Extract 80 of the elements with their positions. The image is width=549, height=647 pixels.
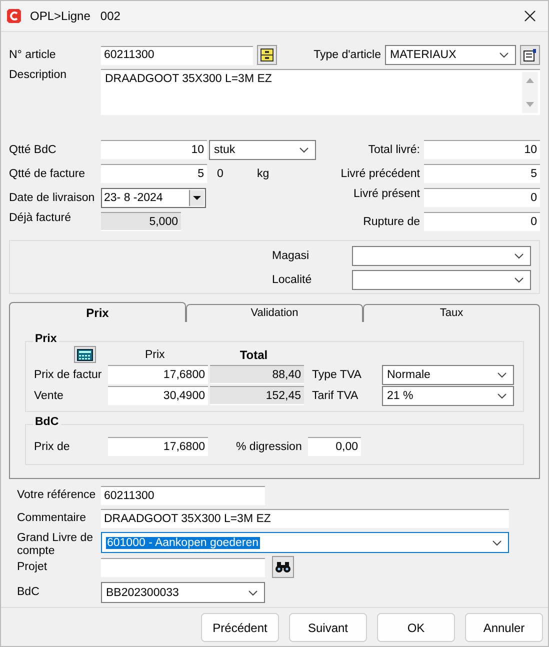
field-label: Projet xyxy=(17,560,48,574)
field-label: BdC xyxy=(17,586,40,599)
field-label: Type TVA xyxy=(311,368,362,380)
calculator-icon[interactable] xyxy=(74,346,96,363)
quantity-field[interactable]: 10 xyxy=(101,140,207,159)
field-label: Qtté de facture xyxy=(9,168,86,180)
field-label: Votre référence xyxy=(17,489,97,502)
field-label: Commentaire xyxy=(17,512,88,525)
price-field[interactable]: 17,6800 xyxy=(108,365,208,384)
group-title: Prix xyxy=(33,333,59,345)
dialog-button[interactable]: OK xyxy=(377,613,455,642)
field-label: Grand Livre de compte xyxy=(17,532,94,558)
chevron-down-icon xyxy=(514,277,524,283)
field-label: Déjà facturé xyxy=(9,212,72,224)
field-label: Type d'article xyxy=(312,49,382,61)
storage-select[interactable] xyxy=(352,270,531,290)
field-label: Vente xyxy=(34,390,64,402)
app-logo-icon xyxy=(6,8,22,24)
price-field[interactable]: 17,6800 xyxy=(108,437,208,456)
chevron-down-icon xyxy=(497,392,507,398)
properties-icon[interactable] xyxy=(520,45,540,65)
column-header: Total xyxy=(240,348,268,362)
close-icon[interactable] xyxy=(524,10,536,22)
field-label: Livré précédent xyxy=(340,168,421,180)
unit-select[interactable]: stuk xyxy=(209,140,316,160)
vat-select[interactable]: Normale xyxy=(382,364,514,384)
field-label: Tarif TVA xyxy=(311,390,360,402)
line-number: 002 xyxy=(100,9,120,23)
field-label: Description xyxy=(9,69,68,81)
quantity-field[interactable]: 0 xyxy=(424,212,540,231)
field-label: Prix de xyxy=(34,440,71,452)
chevron-down-icon xyxy=(499,52,509,58)
chevron-down-icon xyxy=(514,253,524,259)
article-type-select[interactable]: MATERIAUX xyxy=(385,45,516,65)
article-number-field[interactable]: 60211300 xyxy=(101,46,253,64)
quantity-field[interactable]: 5 xyxy=(101,164,207,183)
quantity-field[interactable]: 0 xyxy=(424,188,540,207)
total-field[interactable]: 152,45 xyxy=(210,386,304,405)
field-label: Total livré: xyxy=(367,144,421,156)
vat-select[interactable]: 21 % xyxy=(382,386,514,406)
storage-select[interactable] xyxy=(352,246,531,266)
field-label: Magasi xyxy=(272,250,310,262)
tab[interactable]: Taux xyxy=(363,304,540,322)
dropdown-field[interactable]: 601000 - Aankopen goederen xyxy=(101,532,509,553)
dialog-button[interactable]: Annuler xyxy=(465,613,543,642)
field-label: Rupture de xyxy=(362,216,421,228)
group-title: BdC xyxy=(33,416,61,428)
total-field[interactable]: 88,40 xyxy=(210,365,304,384)
project-field[interactable] xyxy=(101,558,265,576)
chevron-down-icon xyxy=(497,372,507,378)
weight-unit: kg xyxy=(257,168,270,180)
quantity-field[interactable]: 10 xyxy=(424,140,540,159)
field-label: Prix de factur xyxy=(34,368,103,380)
discount-field[interactable]: 0,00 xyxy=(308,437,361,456)
text-field[interactable]: DRAADGOOT 35X300 L=3M EZ xyxy=(101,509,509,528)
tab[interactable]: Validation xyxy=(186,304,363,322)
field-label: Livré présent xyxy=(352,188,421,200)
field-label: Qtté BdC xyxy=(9,144,58,156)
quantity-field[interactable]: 5 xyxy=(424,164,540,183)
chevron-down-icon xyxy=(492,540,502,546)
column-header: Prix xyxy=(145,348,165,360)
field-label: Localité xyxy=(272,274,313,286)
chevron-down-icon xyxy=(299,146,309,152)
dropdown-field[interactable]: BB202300033 xyxy=(101,582,265,603)
field-label: N° article xyxy=(9,49,57,61)
chevron-down-icon xyxy=(248,590,258,596)
dialog-button[interactable]: Suivant xyxy=(289,613,367,642)
price-field[interactable]: 30,4900 xyxy=(108,386,208,405)
text-field[interactable]: 60211300 xyxy=(101,486,265,505)
tab[interactable]: Prix xyxy=(9,302,186,322)
binoculars-icon[interactable] xyxy=(272,556,294,578)
field-label: Date de livraison xyxy=(9,192,96,204)
weight-value: 0 xyxy=(217,168,224,180)
field-label: % digression xyxy=(236,440,303,452)
dropdown-arrow-icon xyxy=(193,196,201,200)
dialog-button[interactable]: Précédent xyxy=(201,613,279,642)
invoiced-field[interactable]: 5,000 xyxy=(101,212,181,231)
drawer-icon[interactable] xyxy=(257,45,277,65)
window-title: OPL>Ligne xyxy=(30,9,90,23)
date-picker[interactable]: 23- 8 -2024 xyxy=(101,188,206,208)
